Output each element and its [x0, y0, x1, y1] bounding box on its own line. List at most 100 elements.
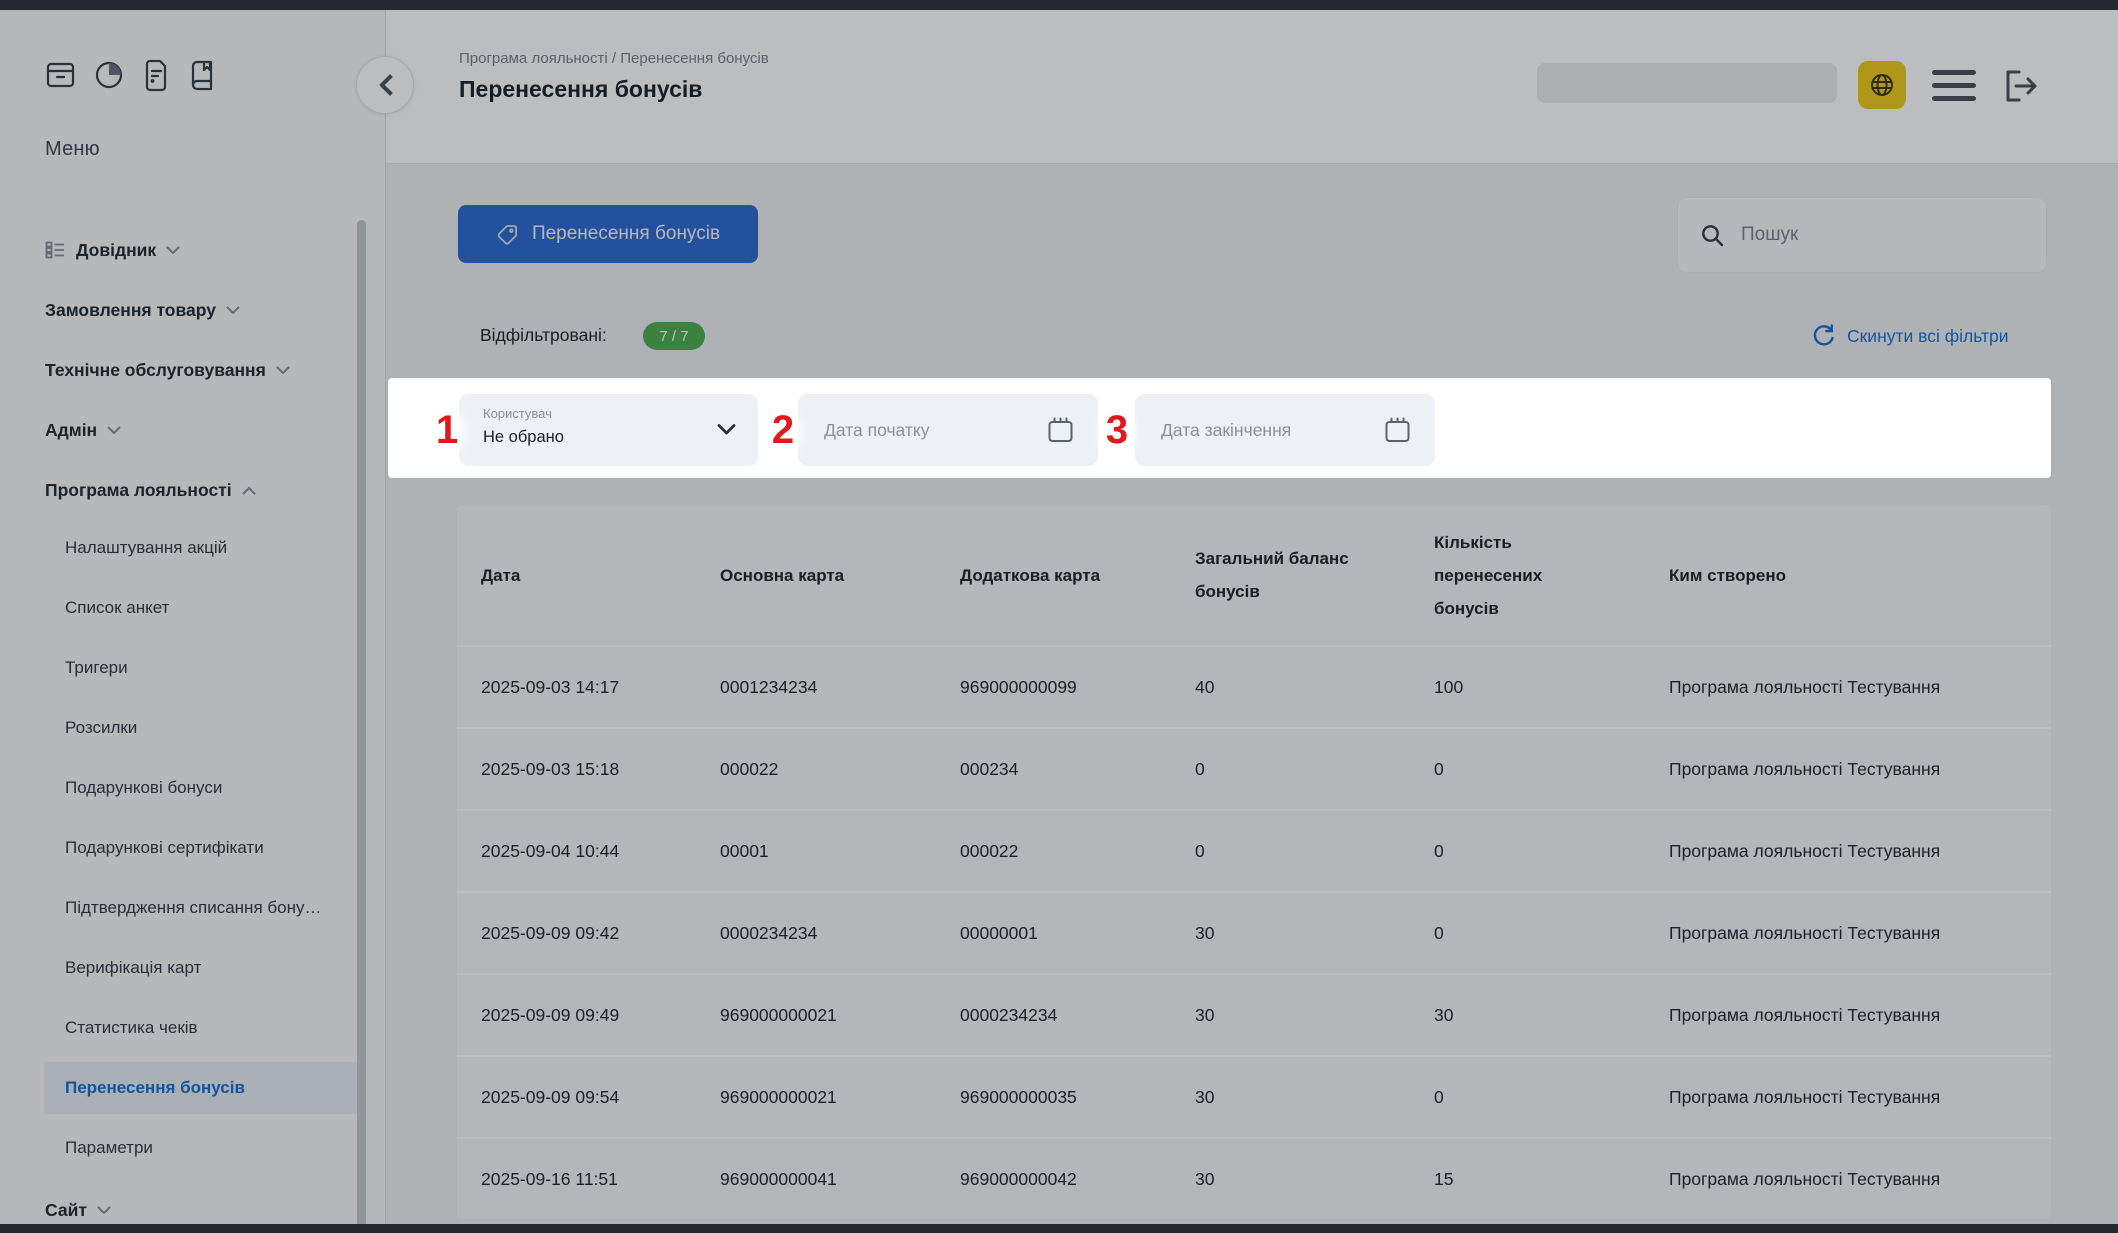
column-header: Основна карта [720, 559, 960, 592]
table-cell: 0 [1434, 1087, 1669, 1108]
table-cell: 2025-09-09 09:54 [481, 1087, 720, 1108]
book-icon[interactable] [187, 58, 217, 92]
table-cell: 000022 [960, 841, 1195, 862]
user-account-pill[interactable] [1537, 63, 1837, 103]
app-logo-row [45, 58, 217, 92]
sidebar-section-1[interactable]: Довідник [45, 237, 180, 263]
sidebar-collapse-button[interactable] [356, 56, 414, 114]
sidebar-section-site[interactable]: Сайт [45, 1197, 111, 1223]
sidebar-scrollbar[interactable] [357, 220, 366, 1233]
document-icon[interactable] [142, 58, 170, 92]
table-cell: 000234 [960, 759, 1195, 780]
table-cell: 2025-09-09 09:49 [481, 1005, 720, 1026]
column-header: Дата [481, 559, 720, 592]
table-cell: 2025-09-03 15:18 [481, 759, 720, 780]
user-filter-value: Не обрано [483, 428, 564, 447]
table-cell: 2025-09-09 09:42 [481, 923, 720, 944]
sidebar-section-2[interactable]: Замовлення товару [45, 297, 240, 323]
calendar-icon [1047, 416, 1074, 444]
bonus-transfer-button[interactable]: Перенесення бонусів [458, 205, 758, 263]
app-window: Меню Довідник Замовлення товару Технічне о… [0, 0, 2118, 1233]
table-cell: 30 [1195, 923, 1434, 944]
table-row: 2025-09-16 11:51969000000041969000000042… [457, 1137, 2051, 1219]
sidebar-section-4[interactable]: Адмін [45, 417, 121, 443]
sidebar-item-2[interactable]: Список анкет [44, 582, 358, 634]
archive-icon[interactable] [45, 58, 76, 92]
date-to-input[interactable]: Дата закінчення [1135, 394, 1435, 466]
table-header-row: ДатаОсновна картаДодаткова картаЗагальни… [457, 505, 2051, 645]
date-from-placeholder: Дата початку [824, 420, 930, 441]
filtered-count-badge: 7 / 7 [643, 322, 705, 350]
user-filter-dropdown[interactable]: Користувач Не обрано [459, 394, 758, 466]
pie-chart-icon[interactable] [93, 58, 125, 92]
table-cell: 0000234234 [720, 923, 960, 944]
sidebar-item-3[interactable]: Тригери [44, 642, 358, 694]
reset-filters-label: Скинути всі фільтри [1847, 326, 2009, 347]
list-icon [45, 241, 66, 259]
user-filter-label: Користувач [483, 406, 552, 421]
table-cell: 0 [1434, 923, 1669, 944]
logout-button[interactable] [1998, 63, 2044, 109]
sidebar-item-8[interactable]: Верифікація карт [44, 942, 358, 994]
table-cell: 969000000021 [720, 1005, 960, 1026]
sidebar-section-label: Адмін [45, 420, 97, 441]
table-cell: 40 [1195, 677, 1434, 698]
column-header: Загальний баланс бонусів [1195, 542, 1434, 608]
date-to-placeholder: Дата закінчення [1161, 420, 1291, 441]
table-cell: 000022 [720, 759, 960, 780]
filtered-label: Відфільтровані: [480, 325, 607, 346]
table-cell: 100 [1434, 677, 1669, 698]
table-cell: 00001 [720, 841, 960, 862]
sidebar-item-10[interactable]: Перенесення бонусів [44, 1062, 358, 1114]
sidebar-item-4[interactable]: Розсилки [44, 702, 358, 754]
chevron-down-icon [226, 306, 240, 315]
table-row: 2025-09-09 09:49969000000021000023423430… [457, 973, 2051, 1055]
table-cell: Програма лояльності Тестування [1669, 1169, 2051, 1190]
sidebar-item-1[interactable]: Налаштування акцій [44, 522, 358, 574]
language-button[interactable] [1858, 61, 1906, 109]
table-cell: Програма лояльності Тестування [1669, 1005, 2051, 1026]
page-title: Перенесення бонусів [459, 76, 702, 103]
reset-filters-link[interactable]: Скинути всі фільтри [1811, 323, 2009, 349]
sidebar-item-6[interactable]: Подарункові сертифікати [44, 822, 358, 874]
table-cell: 969000000021 [720, 1087, 960, 1108]
chevron-down-icon [717, 424, 736, 435]
search-icon [1700, 223, 1725, 248]
table-row: 2025-09-04 10:440000100002200Програма ло… [457, 809, 2051, 891]
annotation-marker-2: 2 [766, 405, 800, 455]
sidebar: Меню Довідник Замовлення товару Технічне о… [0, 10, 386, 1224]
sidebar-section-label: Довідник [76, 240, 156, 261]
table-cell: 0 [1195, 759, 1434, 780]
bonus-transfer-button-label: Перенесення бонусів [532, 223, 720, 245]
window-top-edge [0, 0, 2118, 10]
sidebar-section-3[interactable]: Технічне обслуговування [45, 357, 290, 383]
sidebar-item-7[interactable]: Підтвердження списання бону… [44, 882, 358, 934]
search-box[interactable] [1677, 197, 2047, 273]
sidebar-item-9[interactable]: Статистика чеків [44, 1002, 358, 1054]
sidebar-section-5[interactable]: Програма лояльності [45, 477, 256, 503]
tag-icon [496, 223, 519, 246]
table-cell: 0 [1434, 759, 1669, 780]
table-cell: 969000000042 [960, 1169, 1195, 1190]
chevron-down-icon [107, 426, 121, 435]
sidebar-menu-title: Меню [45, 138, 100, 161]
table-cell: 30 [1195, 1169, 1434, 1190]
table-cell: 969000000041 [720, 1169, 960, 1190]
table-cell: 0001234234 [720, 677, 960, 698]
sidebar-item-5[interactable]: Подарункові бонуси [44, 762, 358, 814]
chevron-down-icon [97, 1206, 111, 1215]
table-row: 2025-09-03 15:1800002200023400Програма л… [457, 727, 2051, 809]
table-cell: 2025-09-03 14:17 [481, 677, 720, 698]
sidebar-section-label: Замовлення товару [45, 300, 216, 321]
hamburger-menu-icon[interactable] [1932, 70, 1976, 101]
column-header: Ким створено [1669, 559, 2051, 592]
sidebar-item-11[interactable]: Параметри [44, 1122, 358, 1174]
table-cell: Програма лояльності Тестування [1669, 759, 2051, 780]
date-from-input[interactable]: Дата початку [798, 394, 1098, 466]
table-cell: 15 [1434, 1169, 1669, 1190]
table-cell: 0 [1195, 841, 1434, 862]
column-header: Додаткова карта [960, 559, 1195, 592]
table-cell: 30 [1434, 1005, 1669, 1026]
search-input[interactable] [1739, 223, 2013, 247]
sidebar-section-label: Програма лояльності [45, 480, 232, 501]
